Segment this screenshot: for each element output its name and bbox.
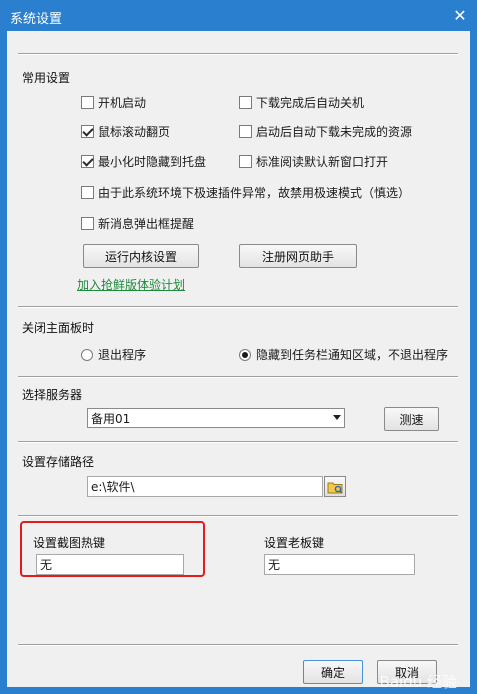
separator xyxy=(18,515,458,517)
ok-button[interactable]: 确定 xyxy=(303,660,363,684)
checkbox-label: 由于此系统环境下极速插件异常，故禁用极速模式（慎选） xyxy=(98,186,411,200)
separator xyxy=(18,53,458,55)
checkbox-box[interactable] xyxy=(81,186,94,199)
general-section-label: 常用设置 xyxy=(22,71,71,85)
checkbox-box[interactable] xyxy=(239,155,252,168)
kernel-settings-button[interactable]: 运行内核设置 xyxy=(83,244,199,268)
checkbox-box[interactable] xyxy=(81,96,94,109)
radio-exit-program[interactable]: 退出程序 xyxy=(81,346,146,363)
radio-dot[interactable] xyxy=(81,348,93,361)
checkbox-disable-speed-mode[interactable]: 由于此系统环境下极速插件异常，故禁用极速模式（慎选） xyxy=(81,184,410,201)
server-select[interactable]: 备用01 xyxy=(87,408,345,428)
folder-icon xyxy=(327,482,343,493)
checkbox-auto-start[interactable]: 开机启动 xyxy=(81,94,146,111)
checkbox-label: 下载完成后自动关机 xyxy=(256,96,365,110)
window-title: 系统设置 xyxy=(10,12,63,27)
watermark-text: Baidu 经验 xyxy=(379,673,457,691)
register-web-helper-button[interactable]: 注册网页助手 xyxy=(239,244,357,268)
chevron-down-icon xyxy=(333,415,341,420)
storage-path-input[interactable]: e:\软件\ xyxy=(87,476,323,497)
checkbox-scroll-page[interactable]: 鼠标滚动翻页 xyxy=(81,123,170,140)
checkbox-box[interactable] xyxy=(81,125,94,138)
radio-label: 退出程序 xyxy=(98,348,147,362)
checkbox-minimize-to-tray[interactable]: 最小化时隐藏到托盘 xyxy=(81,153,206,170)
checkbox-new-window-reading[interactable]: 标准阅读默认新窗口打开 xyxy=(239,153,388,170)
checkbox-shutdown-after-download[interactable]: 下载完成后自动关机 xyxy=(239,94,364,111)
checkbox-label: 最小化时隐藏到托盘 xyxy=(98,155,207,169)
checkbox-label: 开机启动 xyxy=(98,96,147,110)
checkbox-label: 鼠标滚动翻页 xyxy=(98,125,171,139)
checkbox-label: 启动后自动下载未完成的资源 xyxy=(256,125,413,139)
radio-label: 隐藏到任务栏通知区域，不退出程序 xyxy=(256,348,449,362)
join-beta-link[interactable]: 加入抢鲜版体验计划 xyxy=(77,276,185,293)
boss-key-input[interactable]: 无 xyxy=(264,554,415,575)
screenshot-hotkey-label: 设置截图热键 xyxy=(33,536,106,550)
checkbox-box[interactable] xyxy=(239,125,252,138)
folder-browse-icon[interactable] xyxy=(324,476,346,497)
close-panel-section-label: 关闭主面板时 xyxy=(22,321,95,335)
separator xyxy=(18,644,458,646)
storage-section-label: 设置存储路径 xyxy=(22,455,95,469)
screenshot-hotkey-input[interactable]: 无 xyxy=(36,554,184,575)
boss-key-label: 设置老板键 xyxy=(264,536,325,550)
checkbox-label: 标准阅读默认新窗口打开 xyxy=(256,155,389,169)
separator xyxy=(18,441,458,443)
checkbox-box[interactable] xyxy=(81,217,94,230)
separator xyxy=(18,376,458,378)
radio-hide-to-tray[interactable]: 隐藏到任务栏通知区域，不退出程序 xyxy=(239,346,448,363)
checkbox-box[interactable] xyxy=(81,155,94,168)
close-icon[interactable]: ✕ xyxy=(449,4,471,26)
speed-test-button[interactable]: 测速 xyxy=(384,407,439,431)
checkbox-message-popup[interactable]: 新消息弹出框提醒 xyxy=(81,215,194,232)
checkbox-label: 新消息弹出框提醒 xyxy=(98,217,195,231)
server-section-label: 选择服务器 xyxy=(22,388,83,402)
checkbox-box[interactable] xyxy=(239,96,252,109)
radio-dot[interactable] xyxy=(239,348,251,361)
title-bar: 系统设置 ✕ xyxy=(0,0,477,31)
separator xyxy=(18,306,458,308)
checkbox-resume-downloads[interactable]: 启动后自动下载未完成的资源 xyxy=(239,123,412,140)
dialog-body: 常用设置 开机启动 下载完成后自动关机 鼠标滚动翻页 启动后自动下载未完成的资源… xyxy=(7,31,470,687)
server-select-value: 备用01 xyxy=(91,411,131,426)
